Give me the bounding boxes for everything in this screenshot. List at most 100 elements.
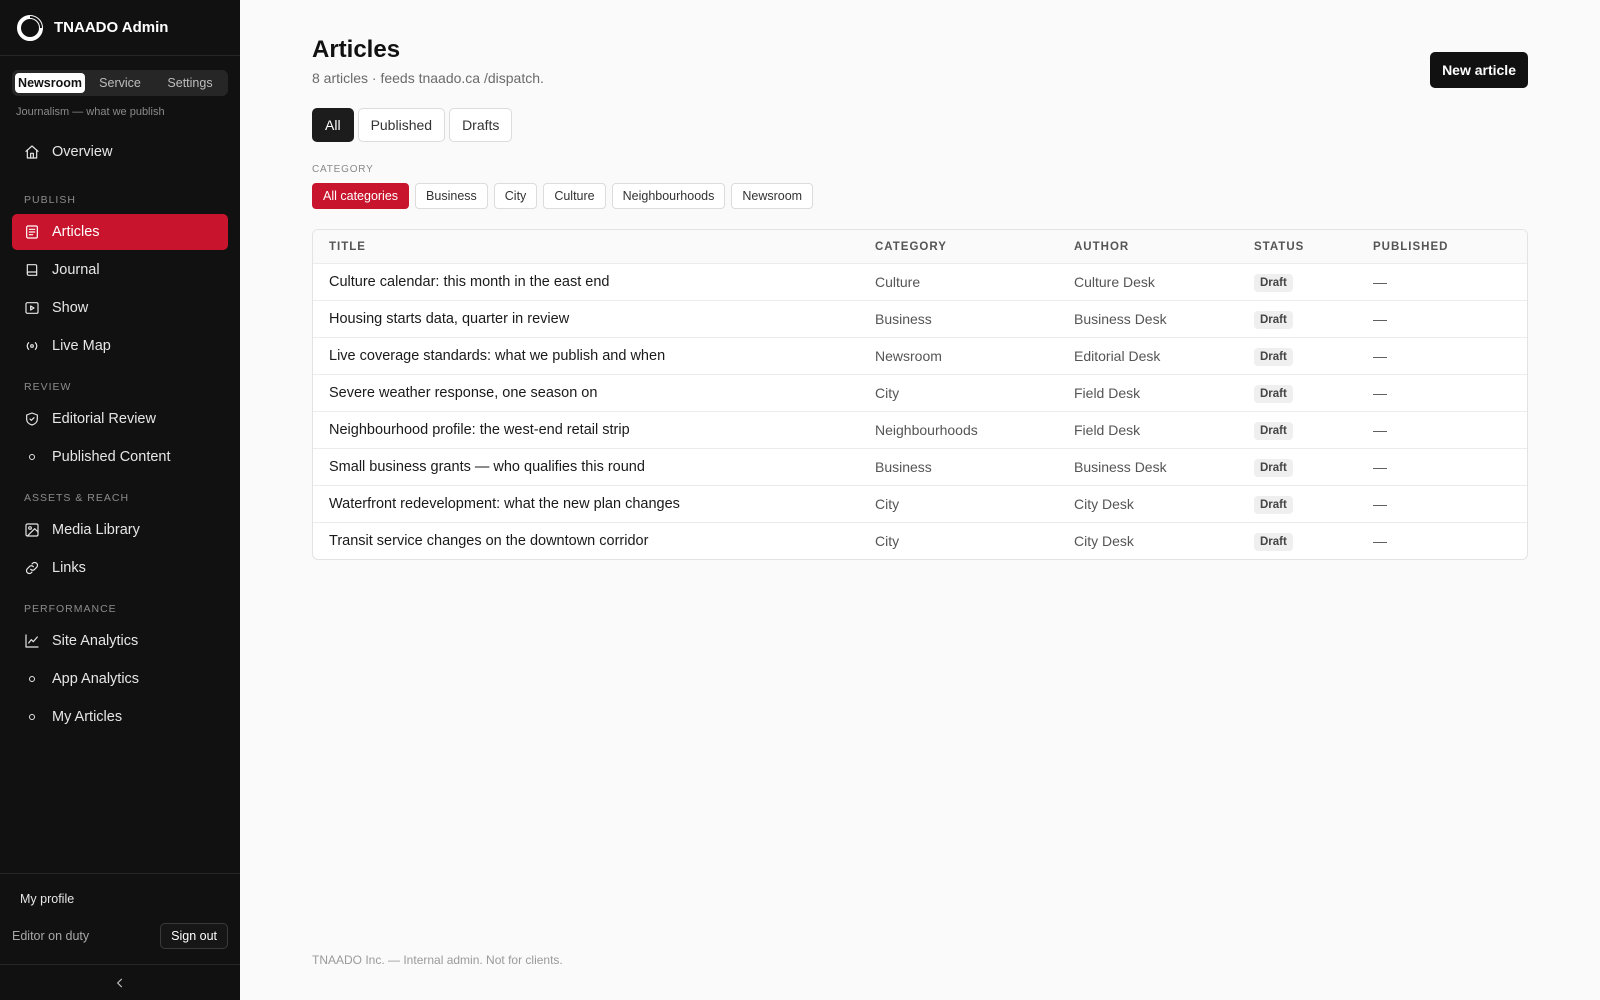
switcher-caption: Journalism — what we publish xyxy=(16,106,165,118)
sidebar-item-show[interactable]: Show xyxy=(12,290,228,326)
sign-out-button[interactable]: Sign out xyxy=(160,923,228,949)
row-title[interactable]: Small business grants — who qualifies th… xyxy=(313,459,875,475)
brand[interactable]: TNAADO Admin xyxy=(0,0,240,56)
row-status-cell: Draft xyxy=(1254,273,1373,292)
sidebar-item-label: Show xyxy=(52,300,89,316)
row-title[interactable]: Neighbourhood profile: the west-end reta… xyxy=(313,422,875,438)
status-badge: Draft xyxy=(1254,384,1293,403)
image-icon xyxy=(24,522,40,538)
user-role: Editor on duty xyxy=(12,929,90,943)
dot-icon xyxy=(24,671,40,687)
row-author: Field Desk xyxy=(1074,422,1141,438)
row-title[interactable]: Live coverage standards: what we publish… xyxy=(313,348,875,364)
chip-culture[interactable]: Culture xyxy=(543,183,606,209)
dot-icon xyxy=(24,449,40,465)
row-published: — xyxy=(1373,496,1387,512)
switcher-settings[interactable]: Settings xyxy=(155,73,225,93)
column-header-title[interactable]: TITLE xyxy=(313,241,875,253)
row-status-cell: Draft xyxy=(1254,310,1373,329)
articles-table: TITLE CATEGORY AUTHOR STATUS PUBLISHED C… xyxy=(312,229,1528,560)
sidebar-item-label: Editorial Review xyxy=(52,411,156,427)
row-author: Culture Desk xyxy=(1074,274,1155,290)
row-title[interactable]: Transit service changes on the downtown … xyxy=(313,533,875,549)
sidebar-item-published-content[interactable]: Published Content xyxy=(12,439,228,475)
column-header-category[interactable]: CATEGORY xyxy=(875,241,1074,253)
sidebar-item-editorial-review[interactable]: Editorial Review xyxy=(12,401,228,437)
page-subtitle: 8 articles · feeds tnaado.ca /dispatch. xyxy=(312,70,544,86)
nav-section-assets: Assets & Reach xyxy=(24,492,130,504)
book-icon xyxy=(24,262,40,278)
status-badge: Draft xyxy=(1254,273,1293,292)
sidebar-footer: My profile Editor on duty Sign out xyxy=(0,873,240,1000)
tab-all[interactable]: All xyxy=(312,108,354,142)
switcher-newsroom[interactable]: Newsroom xyxy=(15,73,85,93)
sidebar-item-links[interactable]: Links xyxy=(12,550,228,586)
column-header-published[interactable]: PUBLISHED xyxy=(1373,241,1527,253)
sidebar-item-overview[interactable]: Overview xyxy=(12,134,228,170)
row-status-cell: Draft xyxy=(1254,458,1373,477)
category-label: CATEGORY xyxy=(312,164,374,175)
table-row[interactable]: Transit service changes on the downtown … xyxy=(313,522,1527,559)
status-badge: Draft xyxy=(1254,347,1293,366)
column-header-author[interactable]: AUTHOR xyxy=(1074,241,1254,253)
broadcast-icon xyxy=(24,338,40,354)
table-row[interactable]: Severe weather response, one season on C… xyxy=(313,374,1527,411)
row-published: — xyxy=(1373,274,1387,290)
home-icon xyxy=(24,144,40,160)
sidebar-item-articles[interactable]: Articles xyxy=(12,214,228,250)
row-published: — xyxy=(1373,348,1387,364)
collapse-sidebar-button[interactable] xyxy=(0,964,240,1000)
sidebar-item-media-library[interactable]: Media Library xyxy=(12,512,228,548)
row-title[interactable]: Waterfront redevelopment: what the new p… xyxy=(313,496,875,512)
sidebar-item-label: Site Analytics xyxy=(52,633,139,649)
row-author: City Desk xyxy=(1074,533,1134,549)
row-title[interactable]: Severe weather response, one season on xyxy=(313,385,875,401)
page-title: Articles xyxy=(312,36,401,63)
row-published: — xyxy=(1373,459,1387,475)
row-author: Business Desk xyxy=(1074,459,1167,475)
table-row[interactable]: Culture calendar: this month in the east… xyxy=(313,263,1527,300)
row-category: Neighbourhoods xyxy=(875,422,978,438)
switcher-service[interactable]: Service xyxy=(85,73,155,93)
row-title[interactable]: Culture calendar: this month in the east… xyxy=(313,274,875,290)
sidebar-item-label: My Articles xyxy=(52,709,123,725)
column-header-status[interactable]: STATUS xyxy=(1254,241,1373,253)
sidebar-item-label: Overview xyxy=(52,144,113,160)
status-badge: Draft xyxy=(1254,495,1293,514)
sidebar-nav: Overview Publish Articles Journal Show L… xyxy=(0,134,240,735)
sidebar-item-label: App Analytics xyxy=(52,671,140,687)
chip-neighbourhoods[interactable]: Neighbourhoods xyxy=(611,183,726,209)
my-profile-link[interactable]: My profile xyxy=(0,874,240,914)
row-published: — xyxy=(1373,533,1387,549)
sidebar-item-app-analytics[interactable]: App Analytics xyxy=(12,661,228,697)
chip-all-categories[interactable]: All categories xyxy=(312,183,410,209)
app-title: TNAADO Admin xyxy=(54,19,169,36)
table-header: TITLE CATEGORY AUTHOR STATUS PUBLISHED xyxy=(313,230,1527,263)
nav-section-review: Review xyxy=(24,381,72,393)
sidebar-item-live-map[interactable]: Live Map xyxy=(12,328,228,364)
status-badge: Draft xyxy=(1254,458,1293,477)
sidebar-item-journal[interactable]: Journal xyxy=(12,252,228,288)
nav-section-performance: Performance xyxy=(24,603,117,615)
sidebar-item-site-analytics[interactable]: Site Analytics xyxy=(12,623,228,659)
status-badge: Draft xyxy=(1254,532,1293,551)
sidebar-item-my-articles[interactable]: My Articles xyxy=(12,699,228,735)
row-title[interactable]: Housing starts data, quarter in review xyxy=(313,311,875,327)
table-row[interactable]: Housing starts data, quarter in review B… xyxy=(313,300,1527,337)
tab-published[interactable]: Published xyxy=(357,108,446,142)
chip-city[interactable]: City xyxy=(493,183,538,209)
row-status-cell: Draft xyxy=(1254,532,1373,551)
table-row[interactable]: Small business grants — who qualifies th… xyxy=(313,448,1527,485)
footer-note: TNAADO Inc. — Internal admin. Not for cl… xyxy=(312,953,563,967)
table-row[interactable]: Live coverage standards: what we publish… xyxy=(313,337,1527,374)
chip-newsroom[interactable]: Newsroom xyxy=(731,183,814,209)
sidebar-item-label: Journal xyxy=(52,262,100,278)
row-status-cell: Draft xyxy=(1254,421,1373,440)
table-row[interactable]: Neighbourhood profile: the west-end reta… xyxy=(313,411,1527,448)
row-author: Editorial Desk xyxy=(1074,348,1161,364)
sidebar-item-label: Links xyxy=(52,560,86,576)
new-article-button[interactable]: New article xyxy=(1430,52,1528,88)
chip-business[interactable]: Business xyxy=(415,183,488,209)
table-row[interactable]: Waterfront redevelopment: what the new p… xyxy=(313,485,1527,522)
tab-drafts[interactable]: Drafts xyxy=(449,108,513,142)
